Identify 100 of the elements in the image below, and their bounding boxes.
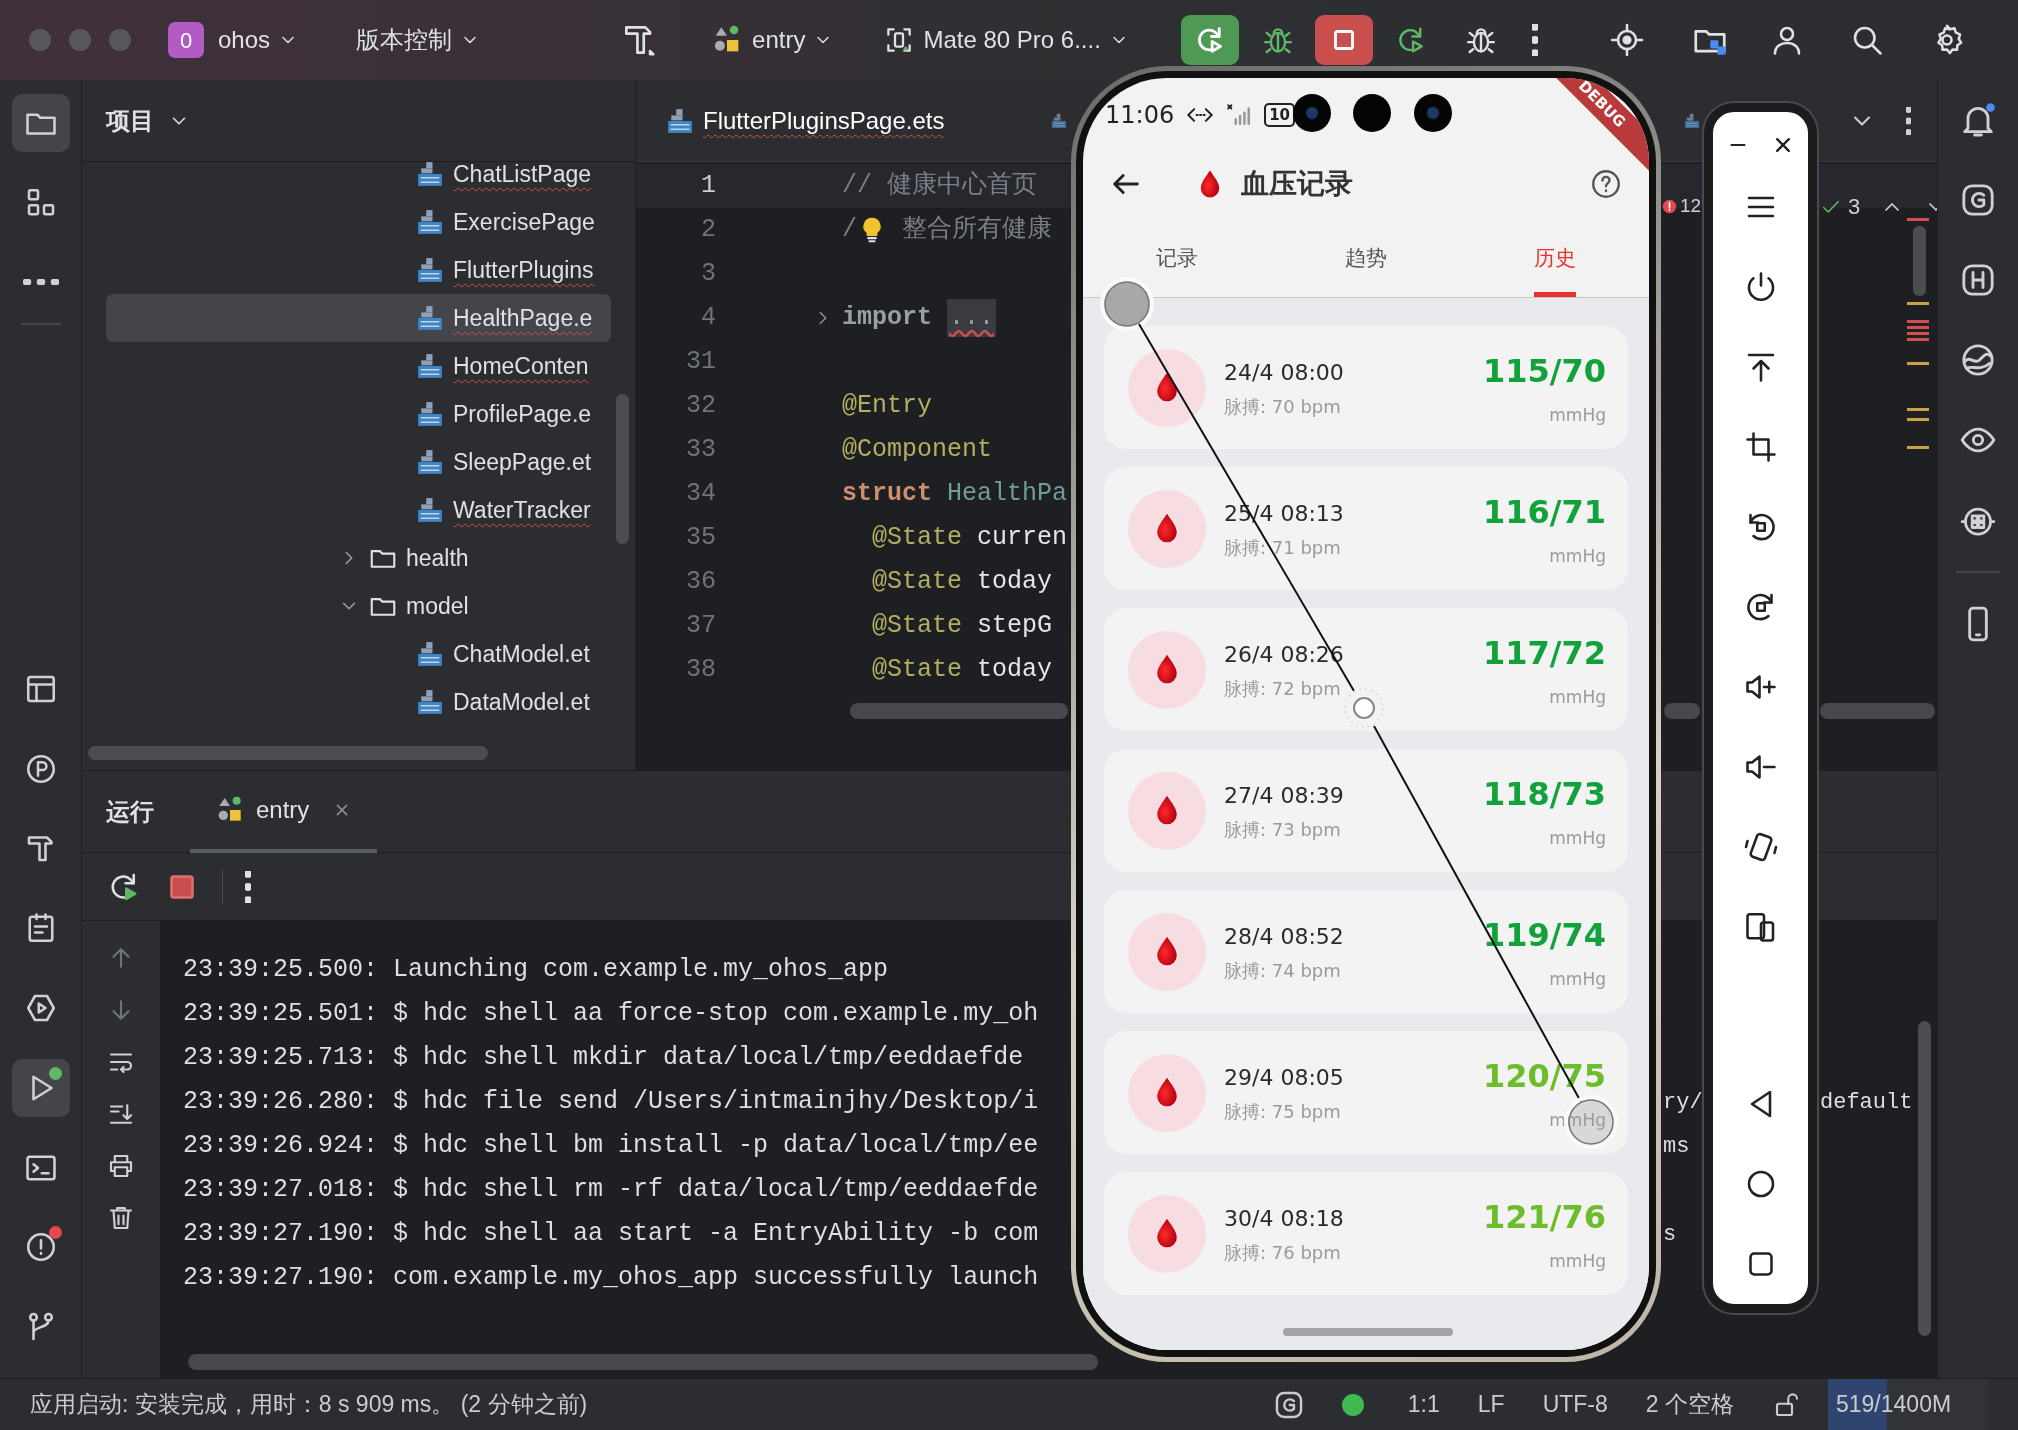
error-count[interactable]: 12 [1680, 192, 1702, 221]
camera-cutout [1414, 94, 1452, 132]
project-badge: 0 [168, 22, 204, 58]
crosshair-icon[interactable] [1608, 22, 1645, 58]
passed-count[interactable]: 3 [1848, 190, 1861, 223]
tab[interactable]: 记录 [1156, 241, 1199, 297]
memory-usage[interactable]: 519/1400M [1828, 1387, 1952, 1422]
caret-position[interactable]: 1:1 [1407, 1387, 1440, 1422]
scrollbar[interactable] [850, 703, 1068, 719]
bp-reading: 118/73 [1483, 773, 1606, 815]
error-icon[interactable] [1661, 197, 1678, 215]
scrollbar[interactable] [1820, 703, 1935, 719]
console-text: default [1820, 1090, 1913, 1116]
line-separator[interactable]: LF [1477, 1387, 1505, 1422]
file-icon [415, 495, 445, 525]
file-icon [1683, 111, 1701, 130]
pulse-text: 脉搏: 76 bpm [1224, 1240, 1342, 1265]
scrollbar[interactable] [88, 746, 488, 760]
tree-item[interactable]: ProfilePage.e [106, 390, 611, 438]
folded-code[interactable]: ... [947, 299, 997, 337]
tree-item[interactable]: ChatListPage [106, 162, 611, 198]
unit-label: mmHg [1549, 685, 1606, 709]
tree-item[interactable]: ChatModel.et [106, 630, 611, 678]
tree-item[interactable]: FlutterPlugins [106, 246, 611, 294]
scrollbar[interactable] [616, 394, 629, 544]
rerun-button[interactable] [1180, 15, 1239, 65]
help-icon[interactable] [1589, 167, 1623, 201]
file-icon [415, 687, 445, 717]
record-card[interactable]: 27/4 08:39 脉搏: 73 bpm 118/73 mmHg [1104, 749, 1628, 872]
tree-item[interactable]: model [106, 582, 611, 630]
code-text: struct HealthPa [842, 478, 1068, 511]
console-line: 23:39:25.501: $ hdc shell aa force-stop com.example.my_oh [183, 998, 1040, 1031]
run-config-menu[interactable]: entry [710, 22, 834, 58]
file-icon [415, 351, 445, 381]
code-text: @State today [871, 566, 1053, 599]
code-text: // 健康中心首页 [842, 170, 1037, 203]
pulse-text: 脉搏: 71 bpm [1224, 535, 1342, 560]
more-icon[interactable] [245, 870, 251, 903]
code-text: @State stepG [871, 610, 1053, 643]
code-text: @Entry [842, 390, 932, 423]
camera-cutout [1293, 94, 1331, 132]
line-number: 4 [700, 302, 716, 335]
record-date: 29/4 08:05 [1224, 1063, 1344, 1092]
console-line: 23:39:27.018: $ hdc shell rm -rf data/local/tmp/eeddaefde [183, 1174, 1040, 1207]
file-icon [415, 255, 445, 285]
scrollbar[interactable] [1664, 703, 1700, 719]
status-dot[interactable] [1341, 1393, 1364, 1416]
tree-item[interactable]: WaterTracker [106, 486, 611, 534]
file-icon [415, 162, 445, 189]
vcs-menu[interactable]: 版本控制 [356, 22, 481, 58]
project-menu[interactable]: ohos [218, 22, 299, 58]
memory-bar[interactable]: 519/1400M [1828, 1378, 1988, 1430]
signal-icon [1226, 102, 1253, 128]
page-title: 血压记录 [1241, 166, 1353, 202]
status-message[interactable]: 应用启动: 安装完成，用时：8 s 909 ms。 (2 分钟之前) [30, 1387, 588, 1422]
file-encoding[interactable]: UTF-8 [1542, 1387, 1608, 1422]
more-icon[interactable] [1906, 106, 1911, 135]
blood-drop-icon [1128, 348, 1206, 427]
line-number: 38 [685, 654, 716, 687]
bp-reading: 121/76 [1483, 1196, 1606, 1238]
tool-window-button[interactable] [11, 1058, 70, 1117]
tree-item[interactable]: DataModel.et [106, 678, 611, 726]
tab[interactable]: 趋势 [1345, 241, 1387, 297]
panel-title[interactable]: 项目 [106, 102, 154, 139]
blood-drop-icon [1128, 912, 1206, 991]
record-card[interactable]: 24/4 08:00 脉搏: 70 bpm 115/70 mmHg [1104, 326, 1628, 449]
stop-button[interactable] [1314, 15, 1373, 65]
line-number: 32 [685, 390, 716, 423]
line-number: 33 [685, 434, 716, 467]
console-line: 23:39:25.500: Launching com.example.my_ohos_app [183, 954, 890, 987]
blood-drop-icon [1128, 489, 1206, 568]
unit-label: mmHg [1549, 967, 1606, 991]
line-number: 2 [700, 214, 716, 247]
code-text: @State curren [871, 522, 1068, 555]
unit-label: mmHg [1549, 403, 1606, 427]
record-date: 27/4 08:39 [1224, 781, 1344, 810]
scrollbar[interactable] [1918, 1021, 1931, 1336]
bp-reading: 117/72 [1483, 632, 1606, 674]
scrollbar[interactable] [188, 1354, 1098, 1370]
console-text: ms [1663, 1134, 1690, 1160]
tree-item[interactable]: HomeConten [106, 342, 611, 390]
blood-drop-icon [1128, 1194, 1206, 1273]
tree-item[interactable]: ExercisePage [106, 198, 611, 246]
tree-item[interactable]: health [106, 534, 611, 582]
device-menu[interactable]: Mate 80 Pro 6.... [883, 22, 1129, 58]
editor-tab[interactable]: FlutterPluginsPage.ets [636, 79, 1040, 162]
line-number: 3 [700, 258, 716, 291]
tool-window-button[interactable] [11, 94, 70, 152]
code-text: / [842, 214, 857, 247]
console-line: 23:39:27.190: com.example.my_ohos_app successfully launch [183, 1262, 1040, 1295]
indent-setting[interactable]: 2 个空格 [1645, 1387, 1734, 1422]
line-number: 35 [685, 522, 716, 555]
tree-item[interactable]: HealthPage.e [106, 294, 611, 342]
more-icon[interactable] [1531, 24, 1538, 56]
panel-title: 运行 [106, 796, 154, 827]
console-line: 23:39:27.190: $ hdc shell aa start -a EntryAbility -b com [183, 1218, 1040, 1251]
run-tab[interactable]: entry [190, 770, 378, 853]
tree-item[interactable]: SleepPage.et [106, 438, 611, 486]
record-card[interactable]: 30/4 08:18 脉搏: 76 bpm 121/76 mmHg [1104, 1172, 1628, 1295]
file-icon [415, 207, 445, 237]
